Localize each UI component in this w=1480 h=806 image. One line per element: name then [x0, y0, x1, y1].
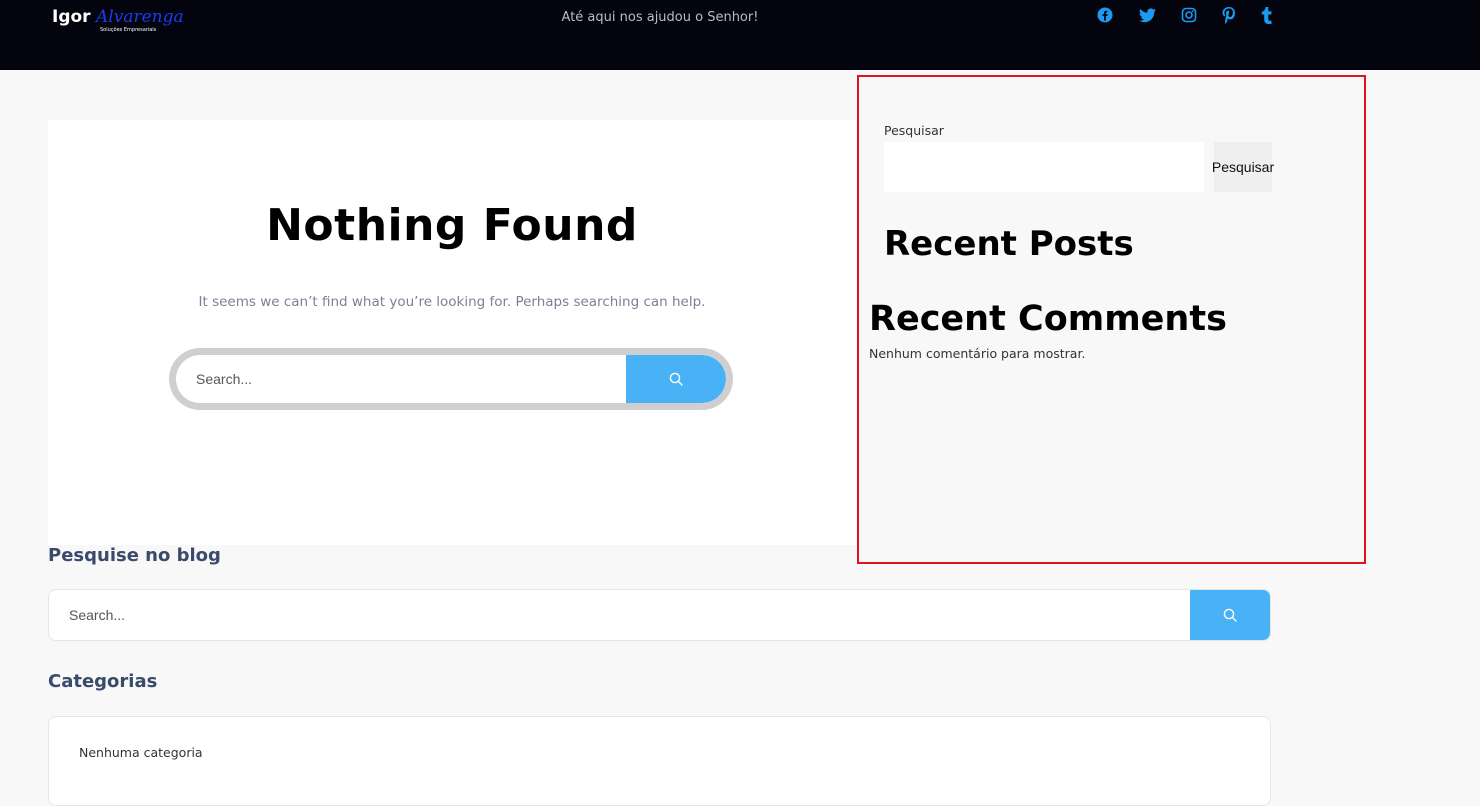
blog-search-heading: Pesquise no blog [48, 545, 221, 566]
tumblr-icon[interactable] [1258, 6, 1276, 24]
sidebar-search-input[interactable] [884, 142, 1204, 192]
blog-search-input[interactable] [49, 590, 1191, 640]
categories-box: Nenhuma categoria [48, 716, 1271, 806]
search-icon [669, 372, 683, 386]
not-found-message: It seems we can’t find what you’re looki… [198, 294, 706, 310]
main-search-button[interactable] [626, 355, 726, 403]
twitter-icon[interactable] [1138, 6, 1156, 24]
instagram-icon[interactable] [1180, 6, 1198, 24]
sidebar-search-button[interactable]: Pesquisar [1212, 142, 1274, 192]
nothing-found-card: Nothing Found It seems we can’t find wha… [48, 120, 856, 545]
logo-tagline: Soluções Empresariais [100, 27, 157, 33]
categories-empty-text: Nenhuma categoria [79, 745, 203, 760]
top-bar: Igor Alvarenga Soluções Empresariais Até… [0, 0, 1480, 70]
main-search-input[interactable] [176, 355, 626, 403]
recent-posts-heading: Recent Posts [884, 224, 1134, 264]
main-search-form [169, 348, 733, 410]
blog-search-button[interactable] [1190, 590, 1270, 640]
recent-comments-heading: Recent Comments [869, 299, 1227, 339]
page-title: Nothing Found [266, 200, 638, 251]
facebook-icon[interactable] [1096, 6, 1114, 24]
categories-heading: Categorias [48, 671, 158, 692]
pinterest-icon[interactable] [1220, 6, 1238, 24]
site-tagline: Até aqui nos ajudou o Senhor! [561, 10, 759, 25]
blog-search-form [48, 589, 1271, 641]
search-icon [1223, 608, 1237, 622]
no-comments-text: Nenhum comentário para mostrar. [869, 346, 1086, 361]
sidebar-search-label: Pesquisar [884, 123, 944, 138]
